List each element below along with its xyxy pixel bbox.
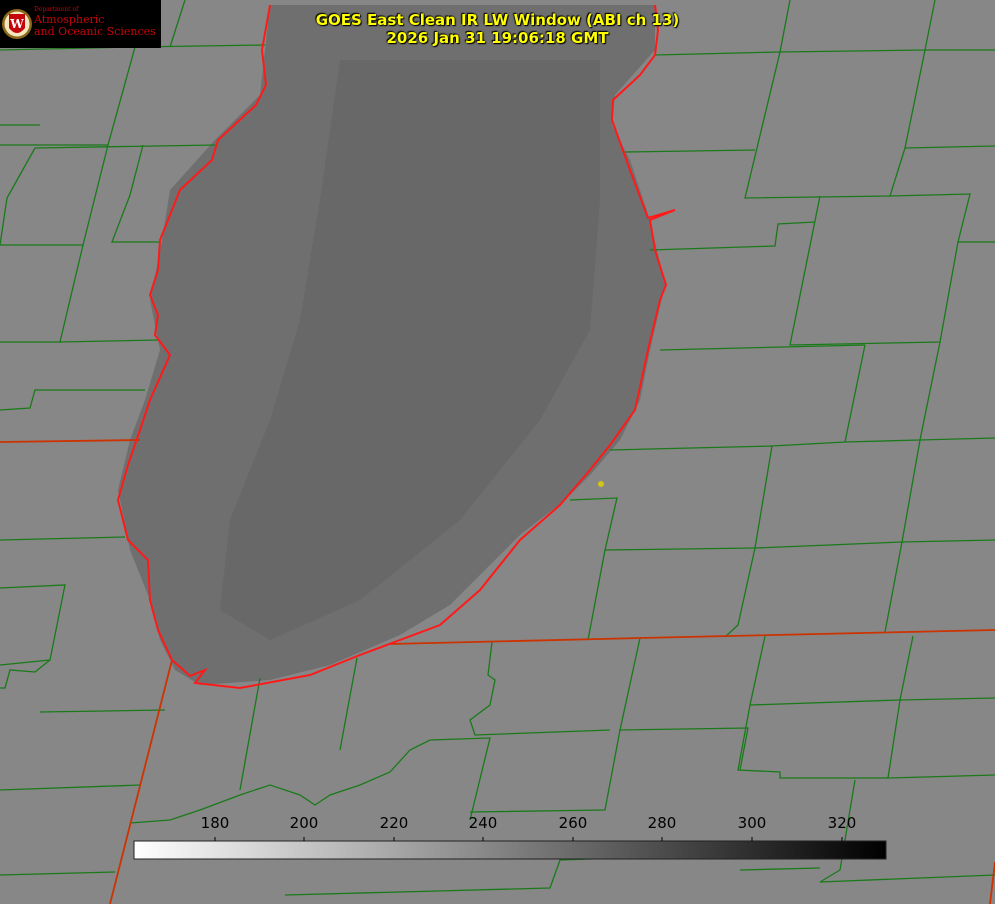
location-marker [598, 481, 604, 487]
colorbar-tick-label: 260 [558, 814, 588, 832]
colorbar-tick-label: 300 [737, 814, 767, 832]
title-product: GOES East Clean IR LW Window (ABI ch 13) [315, 11, 680, 29]
satellite-map [0, 0, 995, 904]
colorbar-tick-label: 200 [289, 814, 319, 832]
image-title: GOES East Clean IR LW Window (ABI ch 13)… [0, 11, 995, 47]
colorbar [133, 840, 887, 860]
title-timestamp: 2026 Jan 31 19:06:18 GMT [386, 29, 609, 47]
colorbar-tick-label: 320 [827, 814, 857, 832]
colorbar-tick-label: 180 [200, 814, 230, 832]
satellite-image-viewer: 180 200 220 240 260 280 300 320 W Depart… [0, 0, 995, 904]
colorbar-tick-label: 220 [379, 814, 409, 832]
colorbar-tick-label: 280 [647, 814, 677, 832]
colorbar-tick-label: 240 [468, 814, 498, 832]
